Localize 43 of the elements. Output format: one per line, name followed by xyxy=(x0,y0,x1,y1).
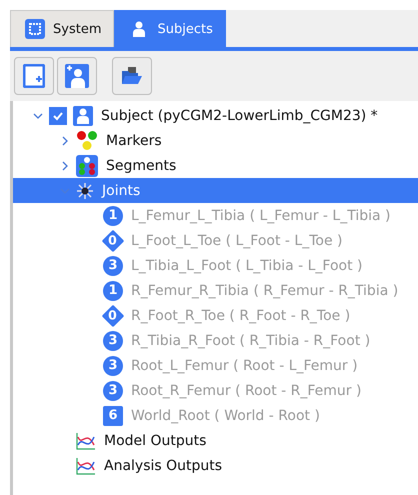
tree-item-label[interactable]: Root_R_Femur ( Root - R_Femur ) xyxy=(131,382,362,398)
tree-item-label[interactable]: Root_L_Femur ( Root - L_Femur ) xyxy=(131,358,358,374)
selected-tree-row[interactable]: Joints xyxy=(13,178,418,203)
dots-icon xyxy=(76,130,98,152)
tree-item-label[interactable]: R_Femur_R_Tibia ( R_Femur - R_Tibia ) xyxy=(131,282,398,298)
graph-icon xyxy=(76,432,96,450)
tree-item-label[interactable]: Subject (pyCGM2-LowerLimb_CGM23) * xyxy=(101,108,378,124)
checkbox[interactable] xyxy=(49,106,67,124)
tree-item-label[interactable]: L_Femur_L_Tibia ( L_Femur - L_Tibia ) xyxy=(131,208,390,224)
tree-item-label[interactable]: R_Tibia_R_Foot ( R_Tibia - R_Foot ) xyxy=(131,332,370,348)
chip-icon xyxy=(25,19,45,39)
tab[interactable]: System xyxy=(10,10,114,47)
person-icon xyxy=(73,106,93,126)
number-circle-icon: 1 xyxy=(103,206,123,226)
number-circle-icon: 3 xyxy=(103,330,123,350)
tree-item-label[interactable]: L_Tibia_L_Foot ( L_Tibia - L_Foot ) xyxy=(131,258,363,274)
toolbar-button[interactable] xyxy=(14,57,54,95)
tree-item-label[interactable]: Analysis Outputs xyxy=(104,458,222,474)
tree-item-label[interactable]: Segments xyxy=(106,158,176,174)
collapse-chevron-icon[interactable] xyxy=(33,110,43,120)
number-square-icon: 6 xyxy=(103,406,123,426)
tree-item-label[interactable]: Joints xyxy=(102,182,140,198)
tab[interactable]: Subjects xyxy=(114,10,226,47)
segments-icon xyxy=(76,154,98,176)
toolbar-button[interactable] xyxy=(57,57,97,95)
number-circle-icon: 3 xyxy=(103,256,123,276)
number-circle-icon: 3 xyxy=(103,356,123,376)
expand-chevron-icon[interactable] xyxy=(60,160,70,170)
tree-item-label[interactable]: World_Root ( World - Root ) xyxy=(131,408,320,424)
graph-icon xyxy=(76,456,96,474)
toolbar-button[interactable] xyxy=(112,57,152,95)
tree-item-label[interactable]: R_Foot_R_Toe ( R_Foot - R_Toe ) xyxy=(131,308,350,324)
tree-item-label[interactable]: L_Foot_L_Toe ( L_Foot - L_Toe ) xyxy=(131,232,342,248)
joint-icon xyxy=(76,182,94,200)
add-document-icon xyxy=(23,64,45,88)
add-person-icon xyxy=(65,64,89,88)
folder-icon xyxy=(121,67,143,85)
tree-item-label[interactable]: Markers xyxy=(106,132,162,148)
tree-item-label[interactable]: Model Outputs xyxy=(104,432,206,448)
number-circle-icon: 3 xyxy=(103,380,123,400)
number-circle-icon: 1 xyxy=(103,280,123,300)
expand-chevron-icon[interactable] xyxy=(60,136,70,146)
checkmark-icon xyxy=(52,110,64,122)
